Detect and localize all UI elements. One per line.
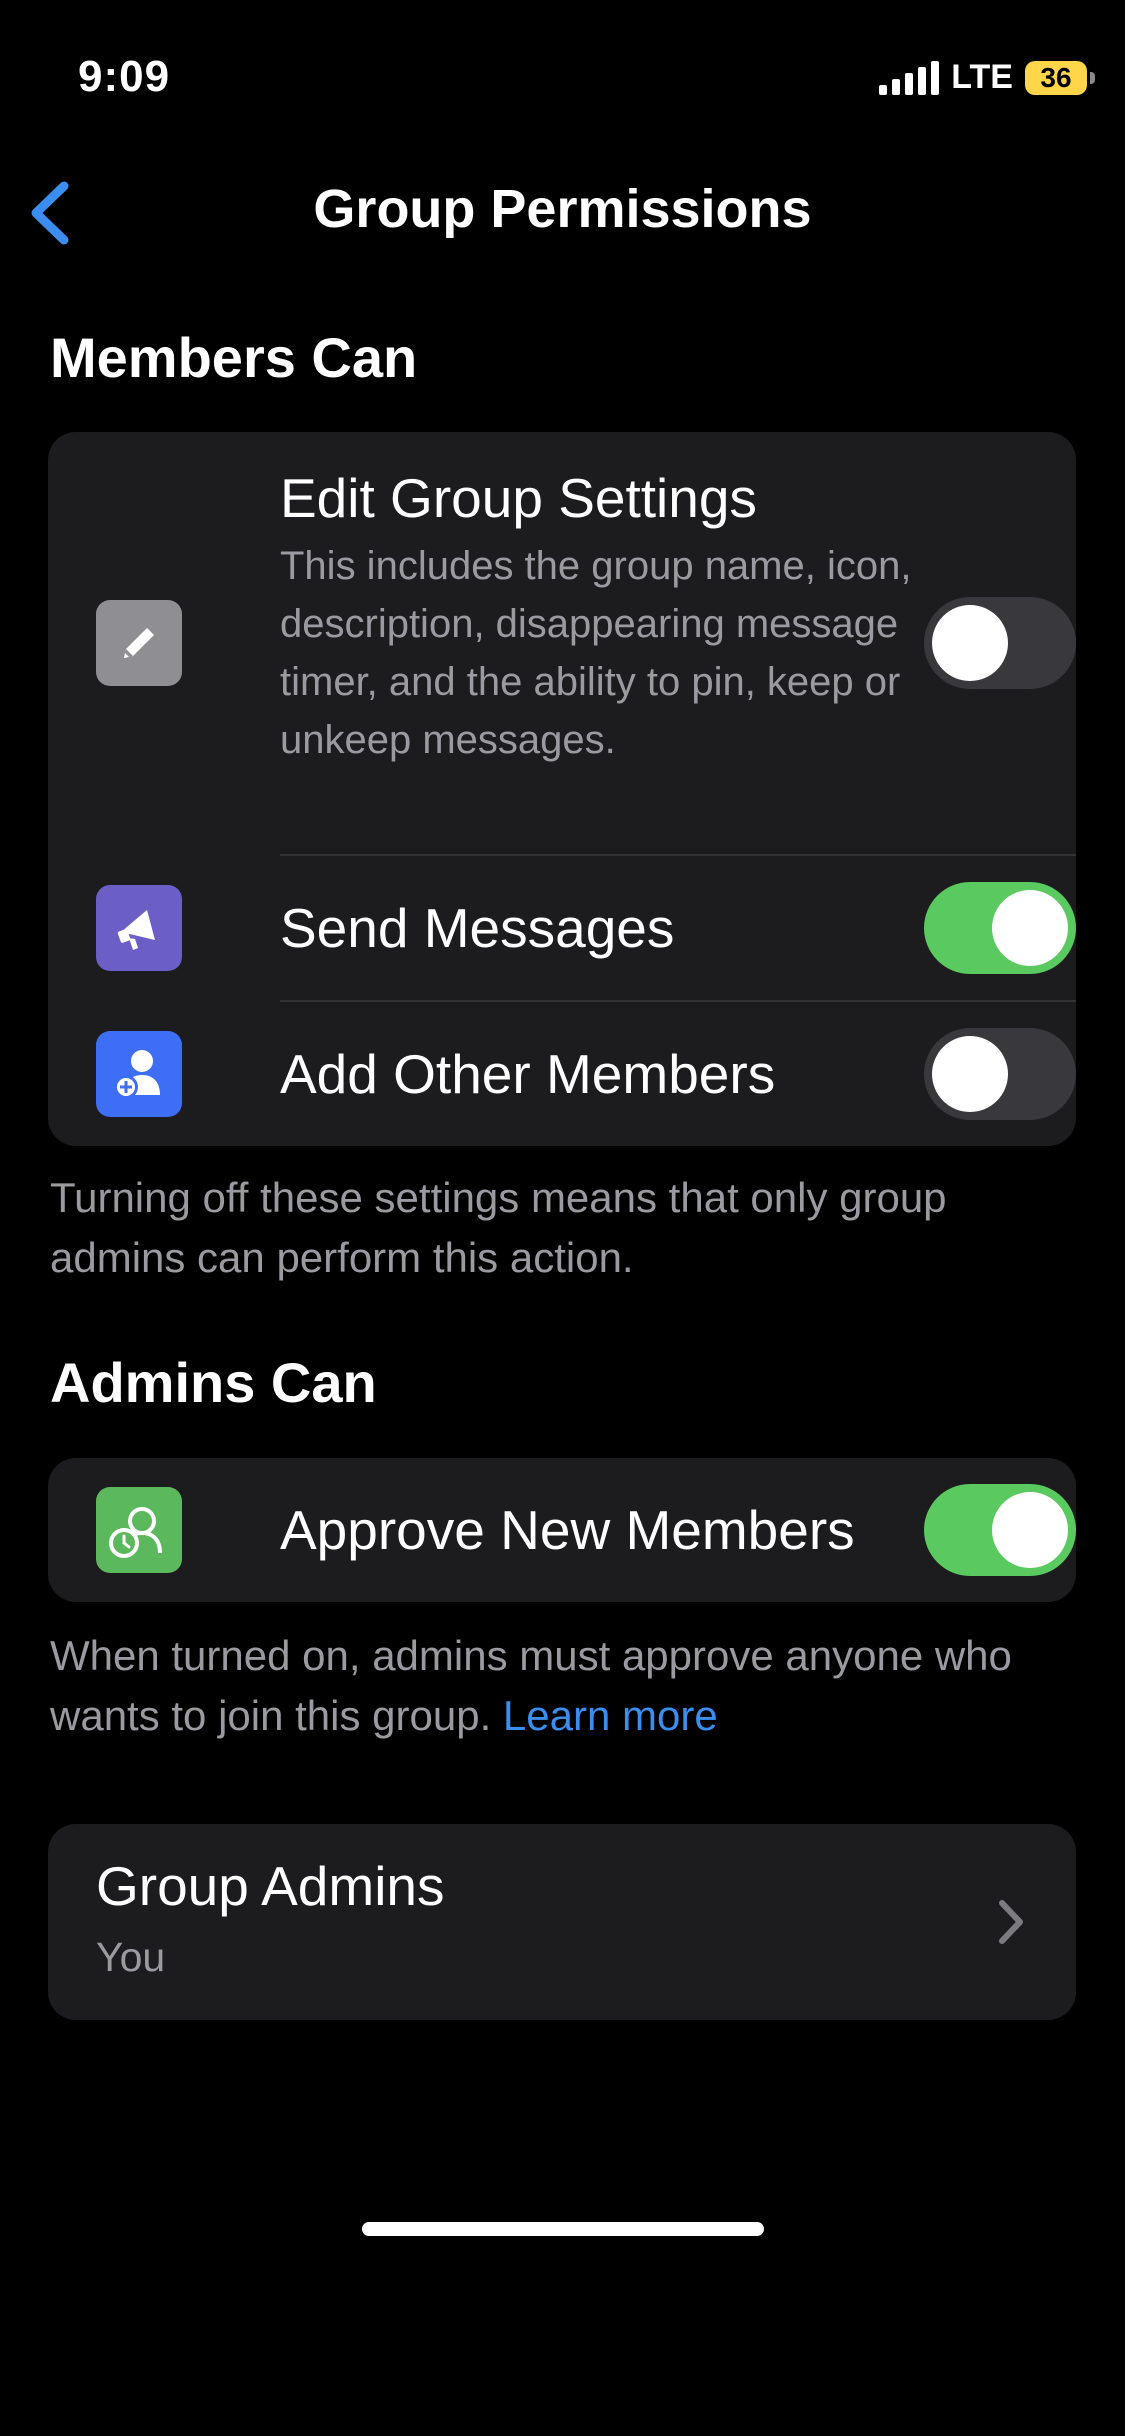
members-footnote: Turning off these settings means that on… <box>50 1174 947 1281</box>
edit-group-settings-row[interactable]: Edit Group Settings This includes the gr… <box>48 432 1076 854</box>
group-admins-label: Group Admins <box>96 1855 445 1917</box>
approve-new-members-label: Approve New Members <box>280 1499 855 1561</box>
home-indicator <box>362 2222 764 2236</box>
page-title: Group Permissions <box>313 179 812 239</box>
toggle-knob <box>932 605 1008 681</box>
toggle-knob <box>992 890 1068 966</box>
approve-new-members-row[interactable]: Approve New Members <box>48 1458 1076 1602</box>
send-messages-row[interactable]: Send Messages <box>48 856 1076 1000</box>
edit-group-settings-toggle[interactable] <box>924 597 1076 689</box>
approve-members-icon <box>96 1487 182 1573</box>
group-admins-value: You <box>96 1934 166 1980</box>
admins-section-title: Admins Can <box>50 1351 377 1414</box>
send-messages-toggle[interactable] <box>924 882 1076 974</box>
toggle-knob <box>992 1492 1068 1568</box>
approve-new-members-toggle[interactable] <box>924 1484 1076 1576</box>
signal-icon <box>879 60 940 95</box>
add-other-members-label: Add Other Members <box>280 1043 776 1105</box>
send-messages-label: Send Messages <box>280 897 675 959</box>
megaphone-icon <box>96 885 182 971</box>
edit-group-settings-label: Edit Group Settings <box>280 467 757 529</box>
status-time: 9:09 <box>78 52 171 101</box>
add-other-members-toggle[interactable] <box>924 1028 1076 1120</box>
chevron-right-icon <box>999 1900 1023 1944</box>
status-icons: LTE 36 <box>879 58 1095 97</box>
members-permissions-card: Edit Group Settings This includes the gr… <box>48 432 1076 1146</box>
add-other-members-row[interactable]: Add Other Members <box>48 1002 1076 1146</box>
battery-icon: 36 <box>1025 60 1095 95</box>
learn-more-link[interactable]: Learn more <box>503 1692 718 1739</box>
admins-footnote: When turned on, admins must approve anyo… <box>50 1626 1080 1746</box>
edit-group-settings-description: This includes the group name, icon, desc… <box>280 544 912 762</box>
battery-level: 36 <box>1040 61 1072 93</box>
network-label: LTE <box>951 58 1013 96</box>
members-section-title: Members Can <box>50 326 418 389</box>
group-admins-row[interactable]: Group Admins You <box>48 1824 1076 2020</box>
pencil-icon <box>96 600 182 686</box>
add-member-icon <box>96 1031 182 1117</box>
admins-permissions-card: Approve New Members <box>48 1458 1076 1602</box>
toggle-knob <box>932 1036 1008 1112</box>
